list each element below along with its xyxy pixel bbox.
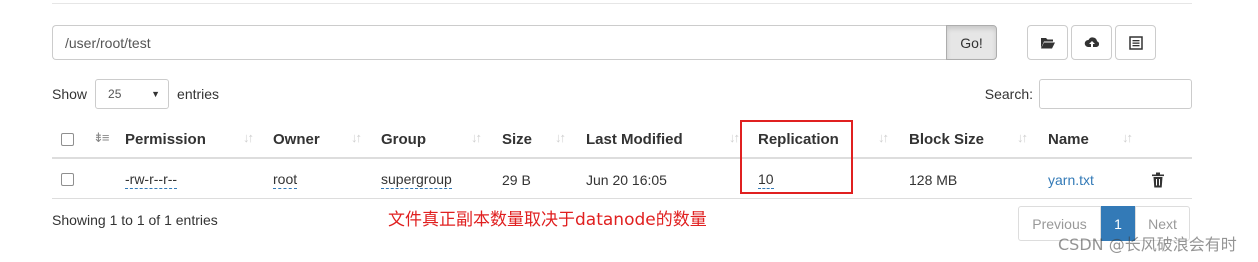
group-cell: supergroup <box>381 160 452 199</box>
row-checkbox-cell[interactable] <box>61 160 74 199</box>
column-header-owner[interactable]: Owner <box>273 120 320 159</box>
permission-value[interactable]: -rw-r--r-- <box>125 171 178 189</box>
permission-cell: -rw-r--r-- <box>125 160 178 199</box>
upload-button[interactable] <box>1071 25 1112 60</box>
select-all-checkbox[interactable] <box>61 133 74 146</box>
sort-icon[interactable]: ↓↑ <box>1017 130 1028 145</box>
owner-value[interactable]: root <box>273 171 298 189</box>
block-size-cell: 128 MB <box>909 160 957 199</box>
last-modified-cell: Jun 20 16:05 <box>586 160 667 199</box>
search-input[interactable] <box>1039 79 1192 109</box>
table-header: ⇟≡ Permission ↓↑ Owner ↓↑ Group ↓↑ Size … <box>52 120 1192 159</box>
column-header-group[interactable]: Group <box>381 120 426 159</box>
sort-icon[interactable]: ↓↑ <box>878 130 889 145</box>
table-row: -rw-r--r-- root supergroup 29 B Jun 20 1… <box>52 160 1192 199</box>
block-size-value: 128 MB <box>909 171 958 188</box>
entries-select-value: 25 <box>108 87 122 101</box>
sort-icon[interactable]: ↓↑ <box>555 130 566 145</box>
group-value[interactable]: supergroup <box>381 171 452 189</box>
sort-icon[interactable]: ↓↑ <box>729 130 740 145</box>
column-header-block-size[interactable]: Block Size <box>909 120 984 159</box>
cloud-upload-icon <box>1084 36 1099 48</box>
entries-per-page-select[interactable]: 25 ▼ <box>95 79 170 109</box>
delete-cell <box>1151 160 1165 199</box>
sort-asc-icon[interactable]: ⇟≡ <box>93 130 110 146</box>
path-bar: Go! <box>52 25 997 60</box>
row-checkbox[interactable] <box>61 173 74 186</box>
trash-icon[interactable] <box>1151 172 1165 188</box>
search-filter: Search: <box>985 79 1192 109</box>
list-alt-icon <box>1128 35 1143 50</box>
watermark: CSDN @长风破浪会有时 <box>1058 235 1237 254</box>
explorer-list-button[interactable] <box>1115 25 1156 60</box>
sort-icon[interactable]: ↓↑ <box>471 130 482 145</box>
table-info: Showing 1 to 1 of 1 entries <box>52 212 218 228</box>
show-label: Show <box>52 86 88 102</box>
owner-cell: root <box>273 160 298 199</box>
size-cell: 29 B <box>502 160 531 199</box>
go-button[interactable]: Go! <box>946 25 997 60</box>
top-divider <box>52 3 1192 4</box>
sort-icon[interactable]: ↓↑ <box>243 130 254 145</box>
search-label: Search: <box>984 86 1033 102</box>
length-menu: Show 25 ▼ entries <box>52 79 219 109</box>
file-name-link[interactable]: yarn.txt <box>1048 172 1094 188</box>
folder-open-icon <box>1040 37 1055 48</box>
size-value: 29 B <box>502 171 531 188</box>
column-header-name[interactable]: Name <box>1048 120 1089 159</box>
last-modified-value: Jun 20 16:05 <box>586 171 667 188</box>
annotation-text: 文件真正副本数量取决于datanode的数量 <box>388 210 707 230</box>
replication-highlight-box <box>740 120 853 194</box>
caret-down-icon: ▼ <box>151 89 161 99</box>
column-header-last-modified[interactable]: Last Modified <box>586 120 683 159</box>
sort-icon[interactable]: ↓↑ <box>351 130 362 145</box>
select-all-checkbox-cell[interactable] <box>61 120 74 159</box>
create-directory-button[interactable] <box>1027 25 1068 60</box>
name-cell: yarn.txt <box>1048 160 1094 199</box>
entries-label: entries <box>177 86 220 102</box>
sort-icon[interactable]: ↓↑ <box>1122 130 1133 145</box>
column-header-permission[interactable]: Permission <box>125 120 206 159</box>
column-header-size[interactable]: Size <box>502 120 532 159</box>
path-input[interactable] <box>52 25 946 60</box>
